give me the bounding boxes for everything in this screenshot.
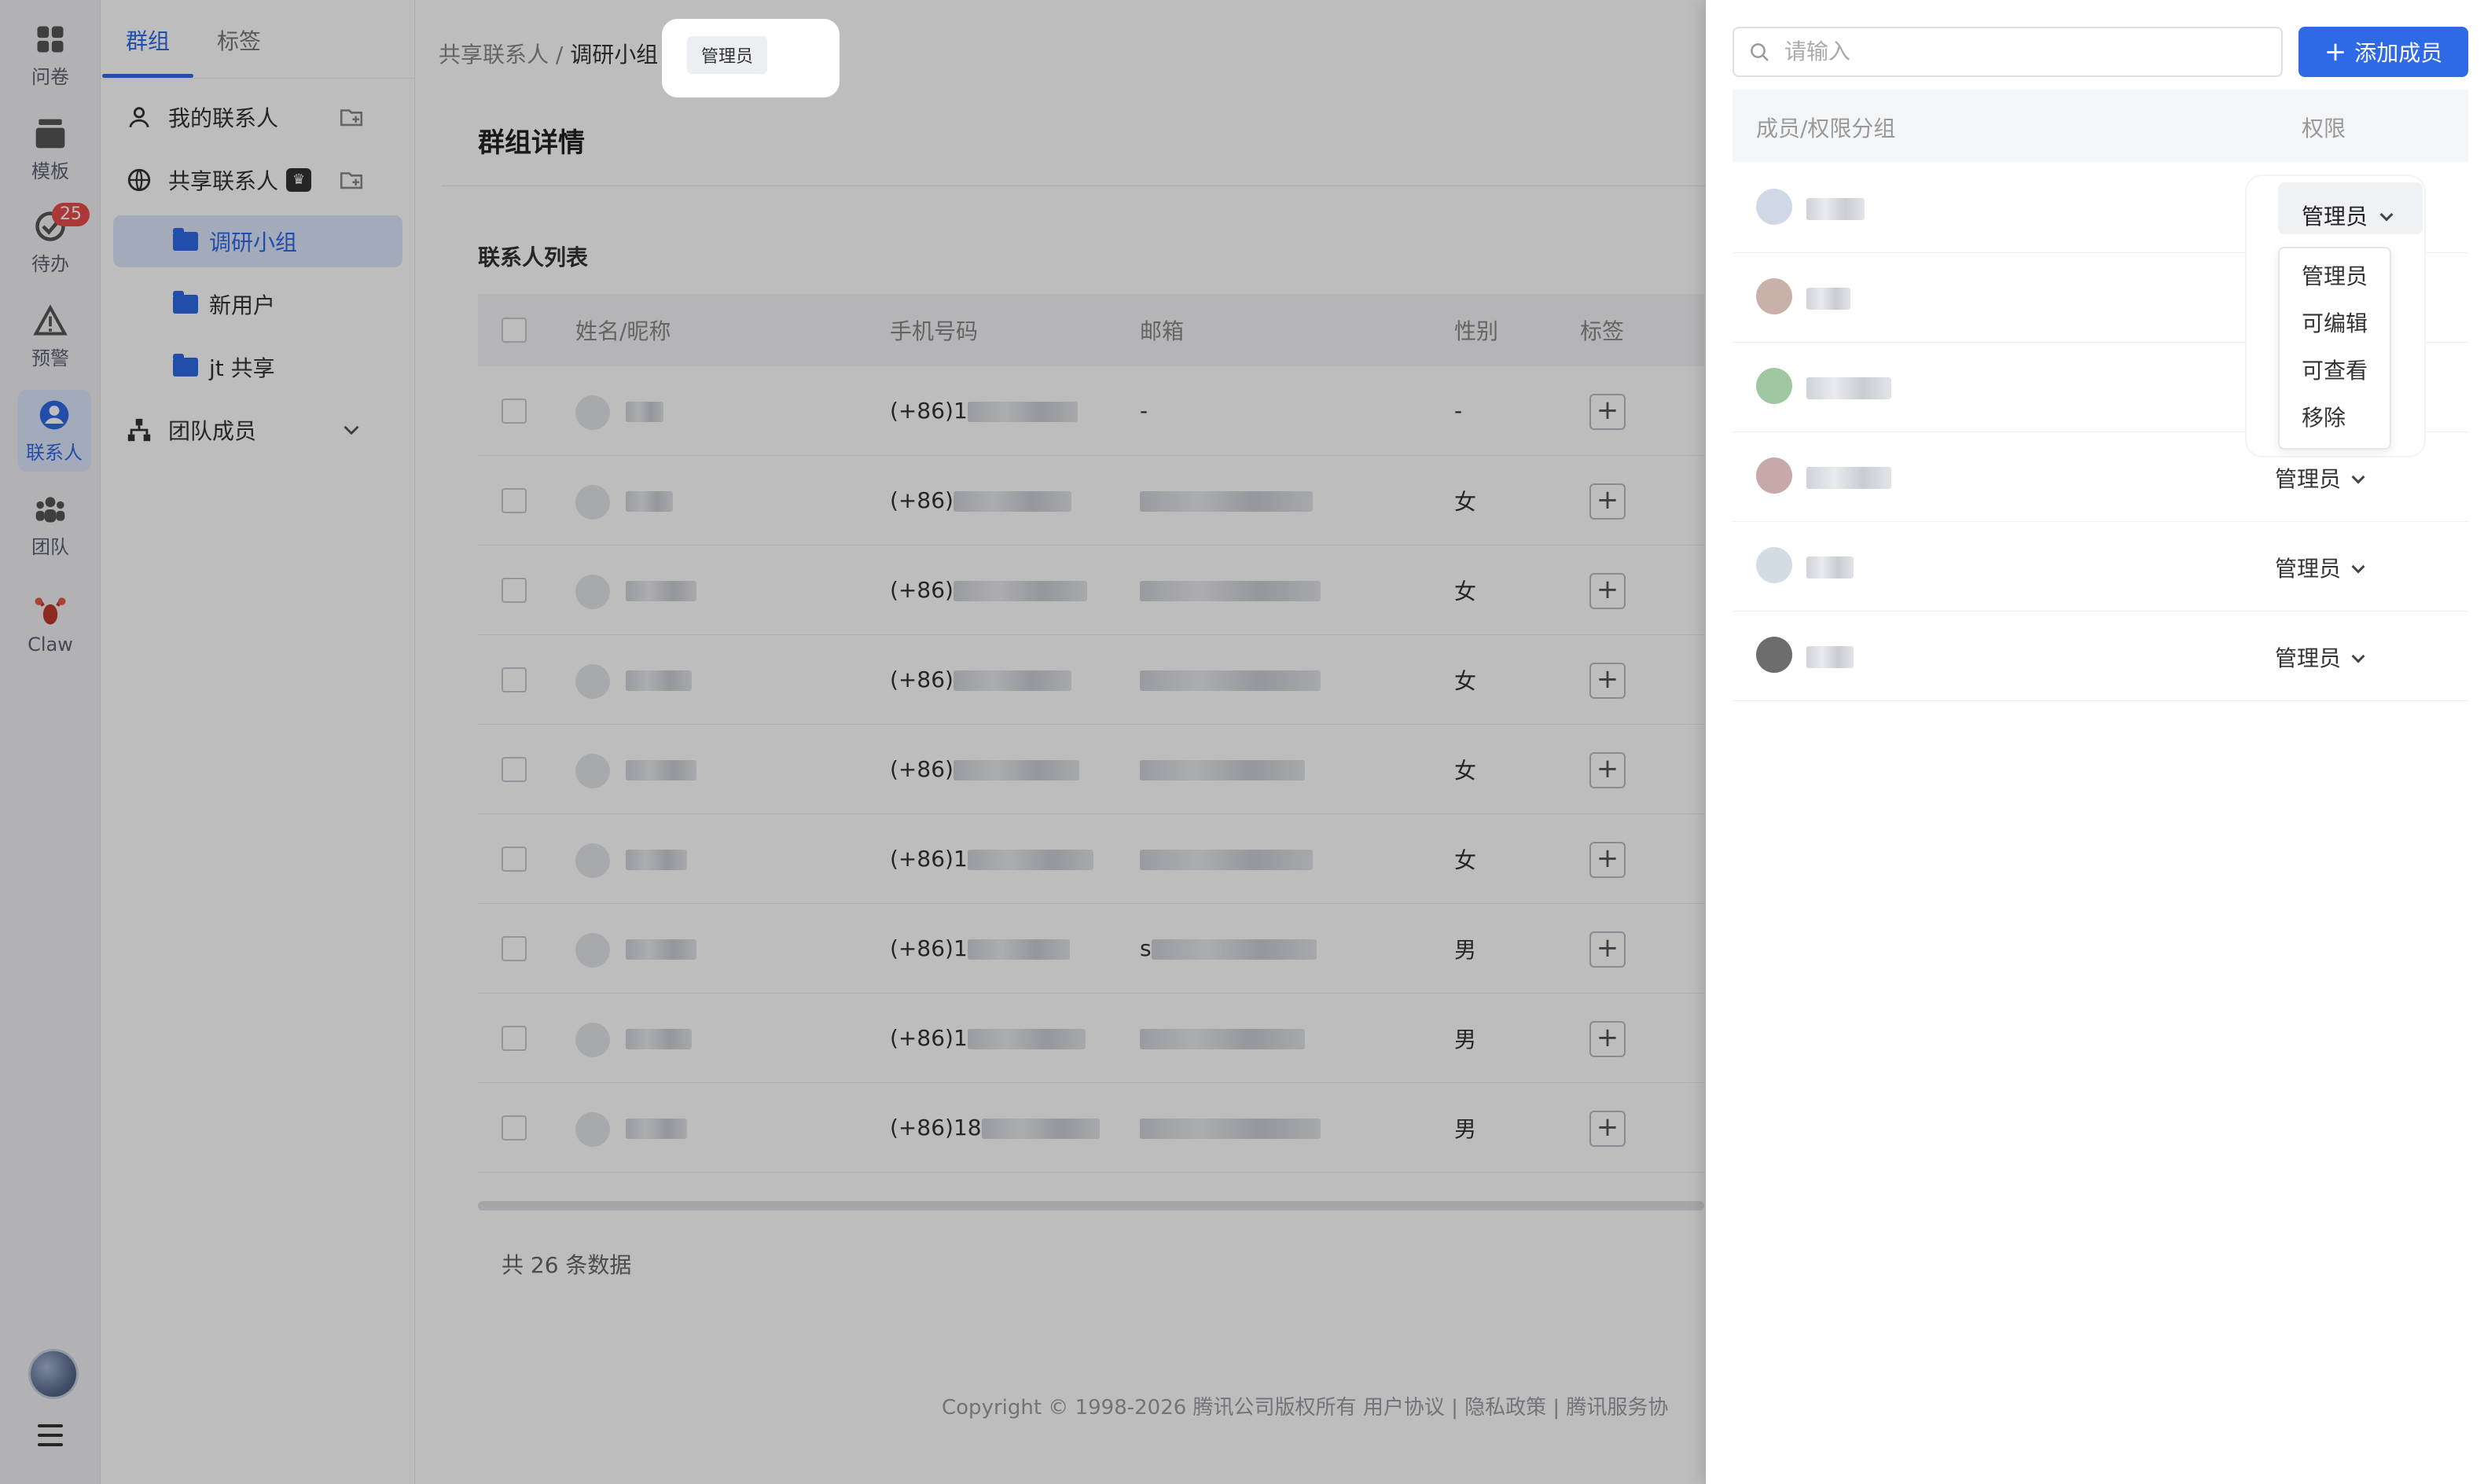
- permission-select[interactable]: 管理员: [2275, 641, 2365, 673]
- modal-overlay[interactable]: [0, 0, 1706, 1484]
- member-name: [1806, 377, 1891, 399]
- member-avatar: [1756, 457, 1792, 494]
- permission-select[interactable]: 管理员: [2275, 552, 2365, 583]
- add-member-label: 添加成员: [2354, 40, 2443, 66]
- permission-dropdown-highlight: 管理员 管理员 可编辑 可查看 移除: [2247, 176, 2424, 456]
- add-member-button[interactable]: + 添加成员: [2298, 27, 2468, 77]
- member-row: 管理员: [1733, 522, 2468, 612]
- member-avatar: [1756, 637, 1792, 673]
- chevron-down-icon: [2351, 649, 2365, 663]
- menu-item-view[interactable]: 可查看: [2280, 343, 2390, 390]
- menu-item-admin[interactable]: 管理员: [2280, 248, 2390, 296]
- permission-select-value: 管理员: [2302, 204, 2368, 230]
- role-tag-highlight: 管理员: [662, 19, 840, 97]
- member-row: 管理员: [1733, 612, 2468, 701]
- panel-table-header: 成员/权限分组 权限: [1733, 90, 2468, 162]
- permission-select[interactable]: 管理员: [2278, 182, 2423, 234]
- col-member: 成员/权限分组: [1756, 116, 1896, 141]
- member-avatar: [1756, 547, 1792, 583]
- permission-value: 管理员: [2275, 466, 2342, 492]
- chevron-down-icon: [2351, 470, 2365, 484]
- permission-dropdown-menu: 管理员 可编辑 可查看 移除: [2278, 247, 2391, 450]
- member-name: [1806, 198, 1865, 220]
- permission-value: 管理员: [2275, 556, 2342, 582]
- member-avatar: [1756, 189, 1792, 225]
- member-name: [1806, 467, 1891, 489]
- chevron-down-icon: [2379, 208, 2394, 222]
- member-avatar: [1756, 368, 1792, 404]
- member-search-input[interactable]: 请输入: [1733, 27, 2283, 77]
- role-tag: 管理员: [687, 36, 768, 74]
- chevron-down-icon: [2351, 560, 2365, 574]
- search-icon: [1751, 43, 1769, 61]
- member-name: [1806, 646, 1854, 668]
- menu-item-edit[interactable]: 可编辑: [2280, 296, 2390, 343]
- plus-icon: +: [2324, 36, 2347, 68]
- member-name: [1806, 556, 1854, 579]
- permission-value: 管理员: [2275, 645, 2342, 671]
- member-avatar: [1756, 278, 1792, 314]
- col-permission: 权限: [2302, 116, 2346, 141]
- search-placeholder: 请输入: [1784, 39, 1851, 64]
- member-name: [1806, 288, 1850, 310]
- permission-select[interactable]: 管理员: [2275, 462, 2365, 494]
- menu-item-remove[interactable]: 移除: [2280, 390, 2390, 437]
